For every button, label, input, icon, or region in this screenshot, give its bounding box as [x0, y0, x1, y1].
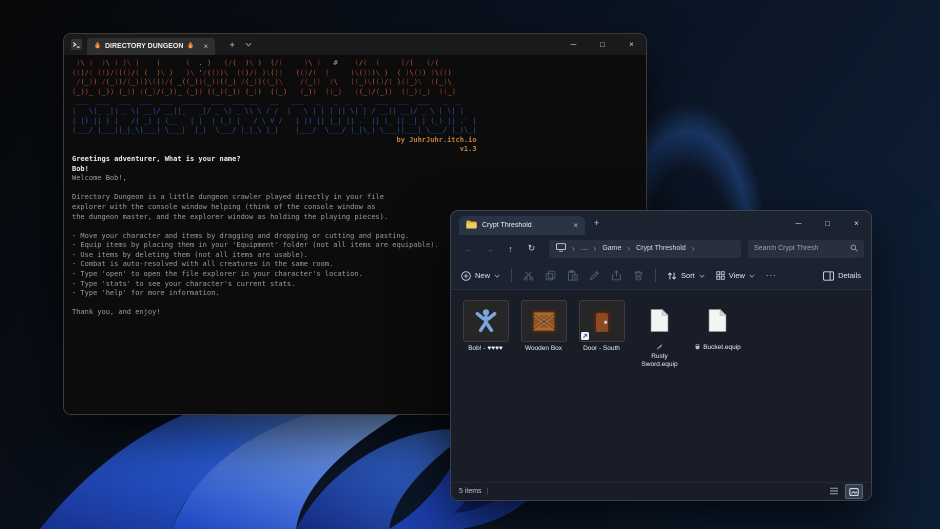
tab-close-icon[interactable]: × — [573, 221, 578, 230]
back-icon[interactable]: ← — [458, 244, 479, 254]
file-label: Wooden Box — [525, 345, 562, 353]
terminal-tab-title: DIRECTORY DUNGEON — [105, 43, 183, 50]
large-icons-view-button[interactable] — [845, 484, 863, 499]
new-tab-button[interactable]: + — [225, 40, 239, 50]
tab-dropdown-icon[interactable] — [245, 42, 252, 47]
chevron-right-icon: › — [692, 244, 695, 253]
terminal-window-controls: ─ □ × — [559, 34, 646, 55]
file-icon — [638, 300, 682, 340]
maximize-button[interactable]: □ — [588, 34, 617, 55]
file-item[interactable]: Bob! - ♥♥♥♥ — [459, 300, 512, 353]
door-icon — [579, 300, 625, 342]
dagger-icon — [656, 343, 663, 353]
more-options-button[interactable]: ··· — [766, 271, 777, 280]
file-icon — [696, 300, 740, 340]
folder-icon — [466, 220, 477, 231]
minimize-button[interactable]: ─ — [559, 34, 588, 55]
terminal-line: Welcome Bob!, — [72, 174, 638, 184]
file-item[interactable]: Wooden Box — [517, 300, 570, 353]
command-bar: New Sort View ··· Details — [451, 262, 871, 290]
chevron-right-icon: › — [572, 244, 575, 253]
new-tab-button[interactable]: + — [594, 218, 599, 228]
address-bar: ← → ↑ ↻ › … › Game › Crypt Threshold › Search … — [451, 235, 871, 262]
rename-icon[interactable] — [589, 270, 600, 281]
sort-button[interactable]: Sort — [667, 271, 705, 281]
crate-icon — [521, 300, 567, 342]
desktop: DIRECTORY DUNGEON × + ─ □ × )\ ) )\ ) )\… — [0, 0, 940, 529]
flame-icon — [187, 41, 194, 52]
details-button[interactable]: Details — [823, 271, 861, 281]
status-bar: 5 items | — [451, 482, 871, 500]
terminal-app-icon — [71, 39, 82, 50]
chevron-right-icon: › — [594, 244, 597, 253]
terminal-line: Greetings adventurer, What is your name? — [72, 155, 638, 165]
file-label: Bob! - ♥♥♥♥ — [468, 345, 503, 353]
view-button[interactable]: View — [716, 271, 755, 280]
breadcrumb-item[interactable]: Game — [602, 245, 621, 252]
version-text: v1.3 — [72, 145, 477, 155]
ascii-flame-line: /(_)) /(_))/(_)))\(()/( _((_))(_))((_) /… — [72, 78, 477, 88]
terminal-line: Directory Dungeon is a little dungeon cr… — [72, 193, 638, 203]
file-list: Bob! - ♥♥♥♥ Wooden Box Door - South Rusty S… — [451, 290, 871, 482]
up-icon[interactable]: ↑ — [500, 244, 521, 254]
item-count: 5 items — [459, 488, 482, 495]
ascii-title-line: ___ ___ ___ ___ ___ _____ ___ ___ __ __ … — [72, 97, 477, 107]
explorer-titlebar[interactable]: Crypt Threshold × + ─ □ × — [451, 211, 871, 235]
copy-icon[interactable] — [545, 270, 556, 281]
explorer-tab[interactable]: Crypt Threshold × — [459, 216, 585, 235]
paste-icon[interactable] — [567, 270, 578, 281]
ascii-title-line: | |) || | | /| _| | (__ | | | (_) | / \ … — [72, 117, 477, 127]
ascii-title-line: | \|_ _|| _ \| __|/ __||_ _|/ _ \| _ \\ … — [72, 107, 477, 117]
file-item[interactable]: Rusty Sword.equip — [633, 300, 686, 369]
minimize-button[interactable]: ─ — [784, 211, 813, 235]
terminal-line — [72, 184, 638, 194]
tab-close-icon[interactable]: × — [203, 42, 208, 51]
explorer-window-controls: ─ □ × — [784, 211, 871, 235]
file-item[interactable]: Bucket.equip — [691, 300, 744, 353]
share-icon[interactable] — [611, 270, 622, 281]
terminal-line: Bob! — [72, 165, 638, 175]
terminal-titlebar[interactable]: DIRECTORY DUNGEON × + ─ □ × — [64, 34, 646, 55]
shortcut-arrow-icon — [581, 332, 589, 340]
file-label: Door - South — [583, 345, 620, 353]
ascii-flame-line: )\ ) )\ ) )\ ) ( ( . ) (/( )\ ) (/( )\ )… — [72, 59, 477, 69]
list-view-button[interactable] — [826, 484, 842, 497]
toolbar-divider — [655, 269, 656, 282]
file-label: Bucket.equip — [694, 343, 741, 353]
search-icon — [850, 244, 858, 254]
terminal-tab[interactable]: DIRECTORY DUNGEON × — [87, 38, 215, 55]
bucket-icon — [694, 343, 701, 353]
maximize-button[interactable]: □ — [813, 211, 842, 235]
ascii-flame-line: (()/( (()/((()/( ( )\ ) )\ '/(())\ (()/(… — [72, 69, 477, 79]
monitor-icon — [556, 243, 566, 254]
explorer-window: Crypt Threshold × + ─ □ × ← → ↑ ↻ › … › Gam… — [450, 210, 872, 501]
breadcrumb-item[interactable]: Crypt Threshold — [636, 245, 686, 252]
explorer-tab-title: Crypt Threshold — [482, 222, 568, 229]
flame-icon — [94, 41, 101, 52]
search-input[interactable]: Search Crypt Thresh — [748, 240, 864, 258]
search-text: Search Crypt Thresh — [754, 245, 846, 252]
breadcrumb-item[interactable]: … — [581, 245, 588, 252]
refresh-icon[interactable]: ↻ — [521, 243, 542, 254]
file-label: Rusty Sword.equip — [634, 343, 686, 369]
cut-icon[interactable] — [523, 270, 534, 281]
ascii-title-line: |___/ |___||_|_\|___| \___| |_| \___/ |_… — [72, 126, 477, 136]
byline-text: by JuhrJuhr.itch.io — [72, 136, 477, 146]
close-button[interactable]: × — [842, 211, 871, 235]
person-icon — [463, 300, 509, 342]
ascii-flame-line: (_))_ (_)) (_)) ((_)/(_))_ (_)) ((_)(_))… — [72, 88, 477, 98]
chevron-right-icon: › — [627, 244, 630, 253]
breadcrumb[interactable]: › … › Game › Crypt Threshold › — [549, 240, 741, 258]
toolbar-divider — [511, 269, 512, 282]
close-button[interactable]: × — [617, 34, 646, 55]
file-item[interactable]: Door - South — [575, 300, 628, 353]
new-button[interactable]: New — [461, 271, 500, 281]
forward-icon[interactable]: → — [479, 244, 500, 254]
ascii-art: )\ ) )\ ) )\ ) ( ( . ) (/( )\ ) (/( )\ )… — [72, 59, 477, 155]
delete-icon[interactable] — [633, 270, 644, 281]
